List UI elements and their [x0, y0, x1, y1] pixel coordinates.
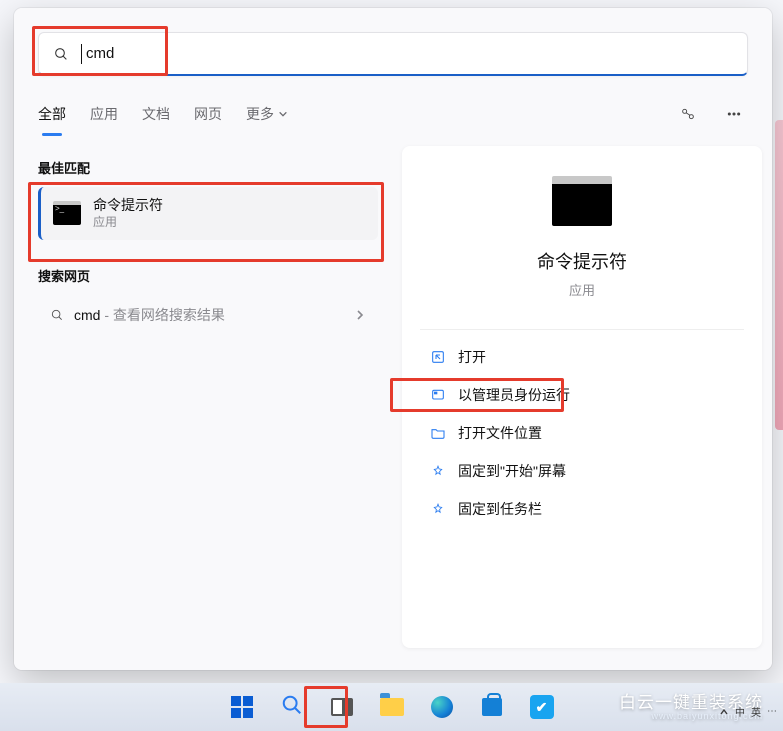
action-pin-taskbar[interactable]: 固定到任务栏	[420, 490, 744, 528]
action-label: 固定到"开始"屏幕	[458, 461, 566, 481]
detail-app-icon	[552, 176, 612, 226]
action-pin-start[interactable]: 固定到"开始"屏幕	[420, 452, 744, 490]
edge-button[interactable]	[423, 688, 461, 726]
result-title: 命令提示符	[93, 197, 163, 215]
store-icon	[482, 698, 502, 716]
task-view-icon	[331, 698, 353, 716]
pin-icon	[430, 501, 446, 517]
action-open-location[interactable]: 打开文件位置	[420, 414, 744, 452]
detail-separator	[420, 329, 744, 330]
app-icon: ✔	[530, 695, 554, 719]
desktop-accent-strip	[775, 120, 783, 430]
detail-title: 命令提示符	[537, 248, 627, 274]
shield-icon	[430, 387, 446, 403]
ime-indicator[interactable]: 英	[751, 704, 761, 719]
detail-pane: 命令提示符 应用 打开 以管理员身份运行 打开文件位置 固定到"开始"屏幕 固定…	[402, 146, 762, 648]
tab-apps[interactable]: 应用	[90, 100, 118, 128]
ellipsis-icon	[726, 106, 742, 122]
best-match-result[interactable]: 命令提示符 应用	[38, 187, 378, 240]
cmd-app-icon	[53, 201, 81, 225]
open-icon	[430, 349, 446, 365]
search-icon	[281, 694, 303, 716]
chevron-down-icon	[278, 109, 288, 119]
search-web-header: 搜索网页	[38, 266, 378, 285]
action-label: 打开	[458, 347, 486, 367]
web-term: cmd	[74, 307, 100, 323]
results-column: 最佳匹配 命令提示符 应用 搜索网页 cmd - 查看网络搜索结果	[38, 158, 378, 335]
tab-more-label: 更多	[246, 104, 274, 124]
search-panel: 全部 应用 文档 网页 更多 最佳匹配 命令提示符 应用 搜索网页	[14, 8, 772, 670]
file-explorer-button[interactable]	[373, 688, 411, 726]
task-view-button[interactable]	[323, 688, 361, 726]
tray-more[interactable]: ⋯	[767, 706, 777, 717]
pin-icon	[430, 463, 446, 479]
folder-icon	[380, 698, 404, 716]
tab-web[interactable]: 网页	[194, 100, 222, 128]
more-options-button[interactable]	[720, 100, 748, 128]
tab-documents[interactable]: 文档	[142, 100, 170, 128]
search-box[interactable]	[38, 32, 748, 76]
ime-indicator[interactable]: 中	[735, 704, 745, 719]
search-icon	[50, 308, 64, 322]
result-subtitle: 应用	[93, 215, 163, 230]
system-tray[interactable]: 中 英 ⋯	[719, 704, 777, 719]
app-shortcut-button[interactable]: ✔	[523, 688, 561, 726]
chevron-right-icon	[354, 309, 366, 321]
best-match-header: 最佳匹配	[38, 158, 378, 177]
connected-devices-button[interactable]	[674, 100, 702, 128]
devices-icon	[680, 106, 696, 122]
search-input[interactable]	[86, 45, 146, 62]
action-run-as-admin[interactable]: 以管理员身份运行	[420, 376, 744, 414]
filter-tabs: 全部 应用 文档 网页 更多	[38, 94, 748, 134]
start-button[interactable]	[223, 688, 261, 726]
tab-all[interactable]: 全部	[38, 100, 66, 128]
microsoft-store-button[interactable]	[473, 688, 511, 726]
chevron-up-icon	[719, 707, 729, 717]
action-label: 固定到任务栏	[458, 499, 542, 519]
windows-logo-icon	[231, 696, 253, 718]
web-search-result[interactable]: cmd - 查看网络搜索结果	[38, 295, 378, 335]
action-label: 打开文件位置	[458, 423, 542, 443]
edge-icon	[431, 696, 453, 718]
detail-subtitle: 应用	[569, 280, 595, 299]
web-hint: - 查看网络搜索结果	[100, 307, 224, 323]
taskbar-search-button[interactable]	[273, 688, 311, 726]
action-open[interactable]: 打开	[420, 338, 744, 376]
action-label: 以管理员身份运行	[458, 385, 570, 405]
tab-more[interactable]: 更多	[246, 100, 288, 128]
text-caret	[81, 44, 82, 64]
search-icon	[53, 46, 69, 62]
folder-icon	[430, 425, 446, 441]
